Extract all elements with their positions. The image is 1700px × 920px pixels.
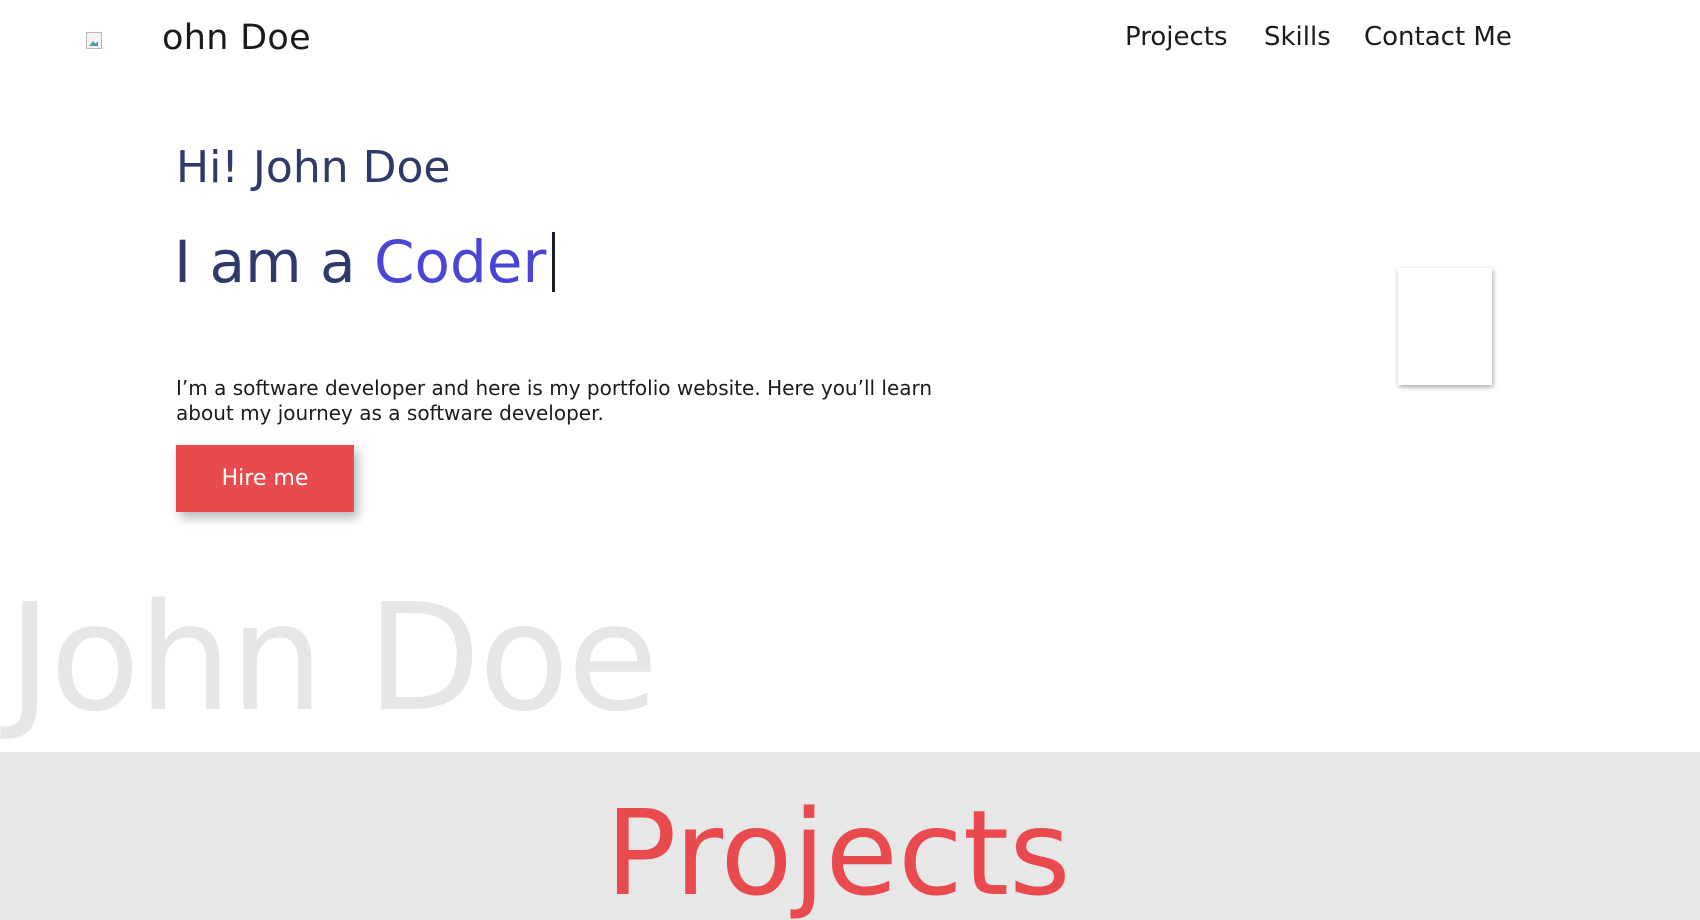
typed-role: Coder	[374, 228, 547, 296]
nav-link-projects[interactable]: Projects	[1125, 22, 1228, 52]
hire-me-button[interactable]: Hire me	[176, 445, 354, 512]
hero-intro-text: I’m a software developer and here is my …	[176, 376, 933, 425]
nav-link-contact[interactable]: Contact Me	[1364, 22, 1512, 52]
portfolio-page: ohn Doe Projects Skills Contact Me Hi! J…	[0, 0, 1700, 920]
logo-text[interactable]: ohn Doe	[162, 18, 311, 58]
site-header: ohn Doe Projects Skills Contact Me	[0, 0, 1700, 84]
tagline-prefix: I am a	[174, 228, 374, 296]
background-watermark: John Doe	[8, 572, 658, 744]
profile-photo	[1398, 268, 1492, 385]
hero-greeting: Hi! John Doe	[176, 142, 451, 193]
projects-section: Projects	[0, 752, 1700, 920]
nav-link-skills[interactable]: Skills	[1264, 22, 1331, 52]
broken-image-icon[interactable]	[86, 32, 104, 50]
projects-heading: Projects	[605, 784, 1071, 920]
hero-tagline: I am a Coder	[174, 228, 556, 296]
typing-cursor	[552, 232, 556, 292]
image-frame	[86, 32, 102, 49]
